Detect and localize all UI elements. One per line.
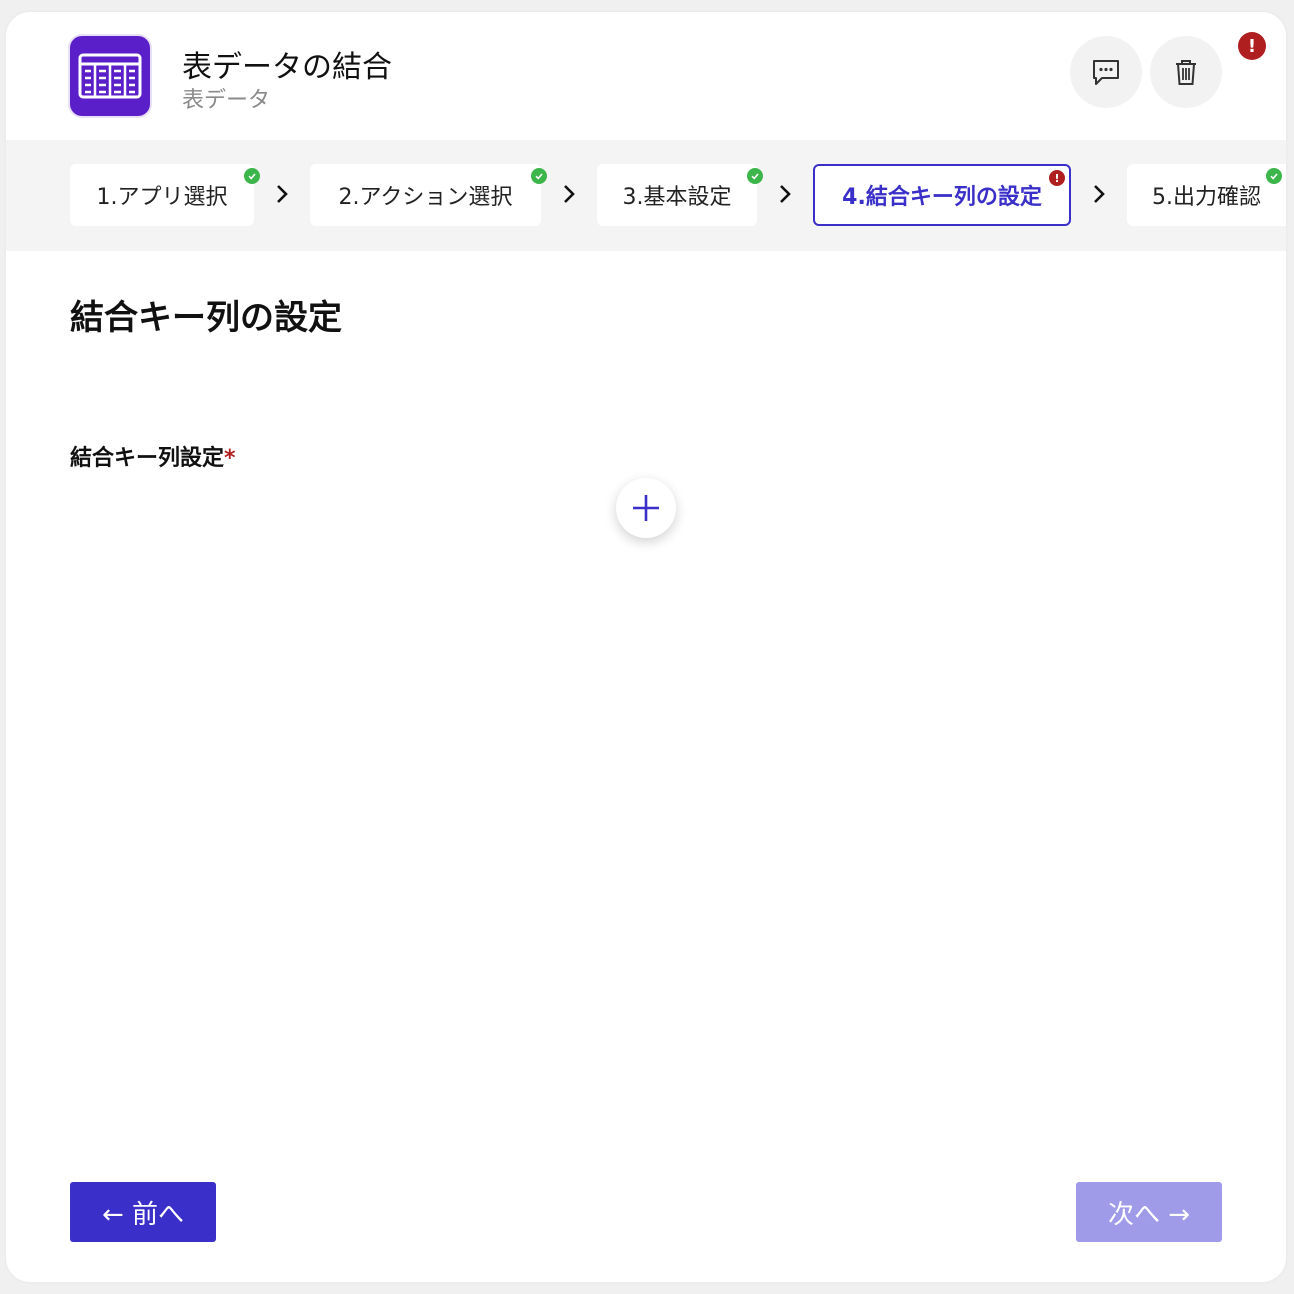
step-label: 4.結合キー列の設定 <box>842 185 1042 210</box>
step-label: 1.アプリ選択 <box>96 185 228 210</box>
section-title: 結合キー列の設定 <box>70 298 342 338</box>
trash-icon <box>1176 60 1196 85</box>
page-subtitle: 表データ <box>182 88 271 113</box>
required-mark: * <box>224 446 236 471</box>
check-icon <box>531 168 547 184</box>
next-button[interactable]: 次へ → <box>1076 1182 1222 1242</box>
chevron-right-icon <box>775 182 795 206</box>
step-app-select[interactable]: 1.アプリ選択 <box>70 164 260 226</box>
comment-icon <box>1093 60 1119 85</box>
comment-button[interactable] <box>1070 36 1142 108</box>
check-icon <box>244 168 260 184</box>
error-icon: ! <box>1049 170 1065 186</box>
step-action-select[interactable]: 2.アクション選択 <box>310 164 547 226</box>
check-icon <box>1266 168 1282 184</box>
step-output-confirm[interactable]: 5.出力確認 <box>1127 164 1286 226</box>
chevron-right-icon <box>272 182 292 206</box>
step-label: 2.アクション選択 <box>338 185 513 210</box>
field-label: 結合キー列設定* <box>70 440 236 472</box>
table-icon <box>70 36 150 116</box>
plus-icon <box>633 495 659 521</box>
add-join-key-button[interactable] <box>616 478 676 538</box>
step-join-key-settings[interactable]: 4.結合キー列の設定 ! <box>813 164 1071 226</box>
chevron-right-icon <box>559 182 579 206</box>
step-label: 3.基本設定 <box>622 185 732 210</box>
page-title: 表データの結合 <box>182 50 392 85</box>
alert-icon: ! <box>1238 32 1266 60</box>
app-window: 表データの結合 表データ ! 1.アプリ選択 2.アクション選択 3.基本設定 … <box>6 12 1286 1282</box>
header: 表データの結合 表データ ! <box>6 12 1286 140</box>
step-label: 5.出力確認 <box>1152 185 1261 210</box>
chevron-right-icon <box>1089 182 1109 206</box>
field-label-text: 結合キー列設定 <box>70 446 225 471</box>
delete-button[interactable] <box>1150 36 1222 108</box>
step-basic-settings[interactable]: 3.基本設定 <box>597 164 763 226</box>
stepper: 1.アプリ選択 2.アクション選択 3.基本設定 4.結合キー列の設定 ! 5.… <box>6 140 1286 251</box>
check-icon <box>747 168 763 184</box>
prev-button[interactable]: ← 前へ <box>70 1182 216 1242</box>
